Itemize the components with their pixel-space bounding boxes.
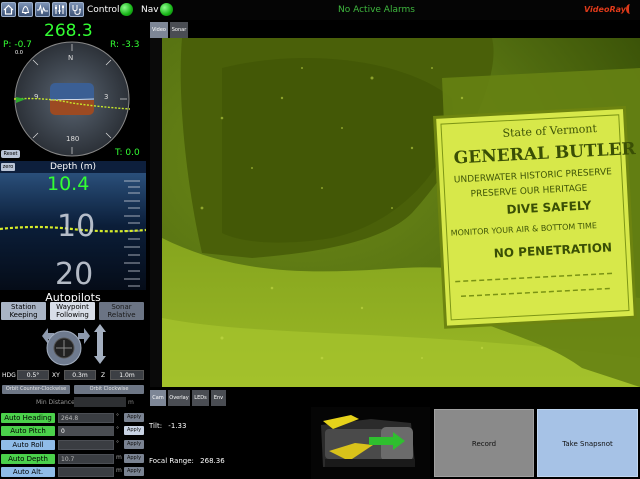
- compass-mark-3: 3: [104, 93, 108, 101]
- tab-video[interactable]: Video: [150, 22, 168, 38]
- stethoscope-icon[interactable]: [69, 2, 84, 17]
- auto-alt-unit: m: [116, 467, 122, 474]
- auto-heading-unit: °: [116, 413, 119, 420]
- attitude-compass: N 3 9 180: [14, 41, 130, 157]
- orbit-ccw-button[interactable]: Orbit Counter-Clockwise: [2, 385, 70, 394]
- xy-label: XY: [52, 372, 60, 379]
- camera-feed[interactable]: State of Vermont GENERAL BUTLER UNDERWAT…: [162, 38, 640, 387]
- sonar-relative-button[interactable]: Sonar Relative: [99, 302, 144, 320]
- current-depth-value: 10.4: [47, 173, 90, 195]
- depth-gauge: 10 20 10.4: [0, 173, 146, 290]
- sonar-relative-label-1: Sonar: [111, 303, 132, 311]
- camera-tilt-value: -1.33: [168, 422, 187, 430]
- auto-depth-button[interactable]: Auto Depth: [1, 454, 55, 464]
- auto-depth-unit: m: [116, 454, 122, 461]
- auto-pitch-unit: °: [116, 426, 119, 433]
- hdg-field[interactable]: 0.5°: [17, 370, 49, 380]
- nav-label: Nav: [141, 5, 159, 15]
- video-left-margin: [150, 38, 162, 387]
- control-label: Control: [87, 5, 120, 15]
- focal-range-label: Focal Range:: [149, 457, 194, 465]
- min-distance-unit: m: [128, 399, 134, 406]
- waypoint-following-label-2: Following: [56, 311, 89, 319]
- auto-heading-apply[interactable]: Apply: [124, 413, 144, 422]
- auto-roll-apply[interactable]: Apply: [124, 440, 144, 449]
- auto-roll-unit: °: [116, 440, 119, 447]
- heading-value: 268.3: [44, 21, 93, 41]
- focal-range-value: 268.36: [200, 457, 225, 465]
- depth-title: Depth (m): [0, 161, 146, 173]
- compass-mark-n: N: [68, 54, 73, 62]
- top-bar: Control Nav No Active Alarms VideoRay: [0, 0, 640, 20]
- reset-button[interactable]: Reset: [1, 150, 20, 158]
- auto-depth-field[interactable]: 10.7: [58, 454, 114, 464]
- auto-pitch-button[interactable]: Auto Pitch: [1, 426, 55, 436]
- z-field[interactable]: 1.0m: [110, 370, 144, 380]
- hdg-label: HDG: [2, 372, 16, 379]
- compass-mark-180: 180: [66, 135, 79, 143]
- rov-icon: [321, 415, 415, 467]
- auto-heading-button[interactable]: Auto Heading: [1, 413, 55, 423]
- auto-roll-field[interactable]: [58, 440, 114, 450]
- preserve-sign: State of Vermont GENERAL BUTLER UNDERWAT…: [433, 105, 637, 329]
- z-label: Z: [101, 372, 106, 379]
- waypoint-following-label-1: Waypoint: [56, 303, 89, 311]
- tab-sonar[interactable]: Sonar: [170, 22, 188, 38]
- bell-icon[interactable]: [18, 2, 33, 17]
- xy-field[interactable]: 0.3m: [64, 370, 96, 380]
- min-distance-field[interactable]: [74, 397, 126, 407]
- camera-tilt-readout: Tilt: -1.33: [149, 422, 186, 430]
- sonar-relative-label-2: Relative: [107, 311, 136, 319]
- tab-cam[interactable]: Cam: [150, 390, 166, 406]
- take-snapshot-button[interactable]: Take Snapsnot: [537, 409, 638, 477]
- depth-tick-10: 10: [57, 209, 96, 244]
- logo-mark-icon: [626, 4, 634, 14]
- waypoint-following-button[interactable]: Waypoint Following: [50, 302, 95, 320]
- vertical-thrust-icon[interactable]: [94, 324, 106, 364]
- station-keeping-label-2: Keeping: [9, 311, 38, 319]
- alarm-status: No Active Alarms: [338, 5, 415, 15]
- attitude-indicator: [50, 83, 94, 115]
- orbit-cw-button[interactable]: Orbit Clockwise: [74, 385, 144, 394]
- auto-alt-field[interactable]: [58, 467, 114, 477]
- joystick-control[interactable]: [38, 322, 110, 366]
- auto-heading-field[interactable]: 264.8: [58, 413, 114, 423]
- waveform-icon[interactable]: [35, 2, 50, 17]
- rov-camera-diagram: [311, 407, 430, 479]
- camera-tilt-label: Tilt:: [149, 422, 163, 430]
- camera-feed-image: State of Vermont GENERAL BUTLER UNDERWAT…: [162, 38, 640, 387]
- tab-overlay[interactable]: Overlay: [168, 390, 190, 406]
- depth-tick-20: 20: [55, 257, 94, 290]
- auto-roll-button[interactable]: Auto Roll: [1, 440, 55, 450]
- compass-mark-9: 9: [34, 93, 38, 101]
- control-status-indicator[interactable]: [120, 3, 133, 16]
- tab-leds[interactable]: LEDs: [192, 390, 209, 406]
- tab-env[interactable]: Env: [211, 390, 226, 406]
- auto-alt-button[interactable]: Auto Alt.: [1, 467, 55, 477]
- zero-depth-button[interactable]: zero: [1, 163, 15, 171]
- min-distance-label: Min Distance: [36, 399, 75, 406]
- station-keeping-button[interactable]: Station Keeping: [1, 302, 46, 320]
- record-button[interactable]: Record: [434, 409, 534, 477]
- focal-range-readout: Focal Range: 268.36: [149, 457, 225, 465]
- auto-pitch-field[interactable]: 0: [58, 426, 114, 436]
- nav-status-indicator[interactable]: [160, 3, 173, 16]
- tilt-readout-left: T: 0.0: [115, 148, 140, 158]
- videoray-logo: VideoRay: [584, 5, 626, 14]
- sliders-icon[interactable]: [52, 2, 67, 17]
- station-keeping-label-1: Station: [11, 303, 36, 311]
- auto-pitch-apply[interactable]: Apply: [124, 426, 144, 435]
- auto-alt-apply[interactable]: Apply: [124, 467, 144, 476]
- home-icon[interactable]: [1, 2, 16, 17]
- auto-depth-apply[interactable]: Apply: [124, 454, 144, 463]
